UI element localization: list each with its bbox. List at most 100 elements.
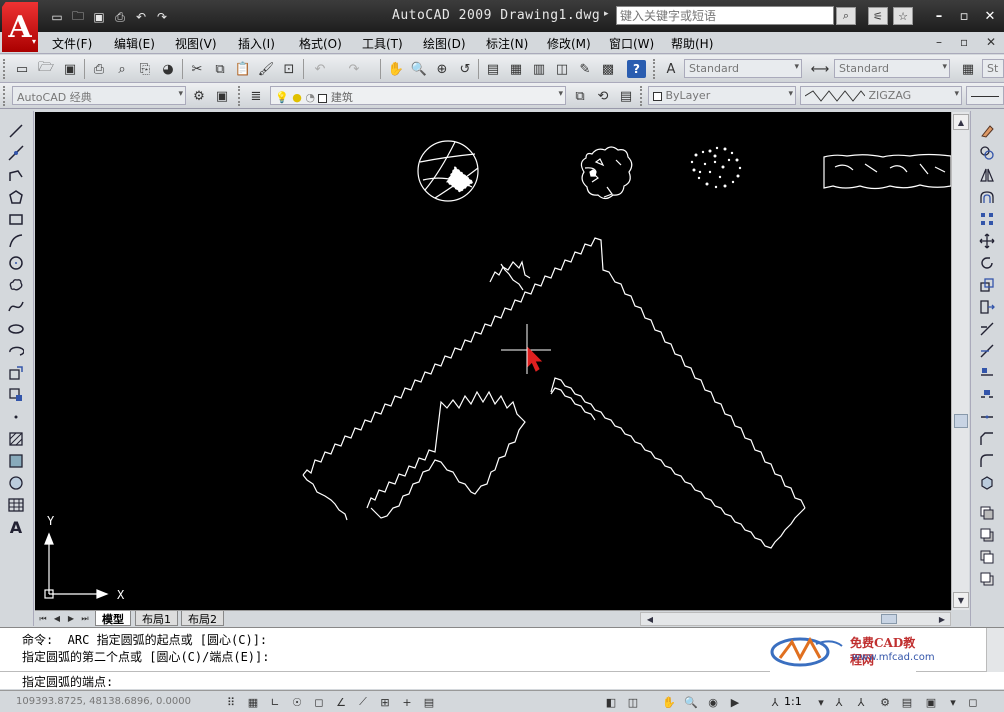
lineweight-icon[interactable]: + xyxy=(398,693,416,711)
cut-icon[interactable]: ✂ xyxy=(187,59,207,79)
gradient-icon[interactable] xyxy=(5,451,27,471)
layout-icon[interactable]: ◫ xyxy=(624,693,642,711)
clean-screen-icon[interactable]: ◻ xyxy=(964,693,982,711)
menu-tools[interactable]: 工具(T) xyxy=(362,35,403,52)
plot-preview-icon[interactable]: ⌕ xyxy=(112,59,132,79)
sheet-set-icon[interactable]: ◫ xyxy=(552,59,572,79)
erase-icon[interactable] xyxy=(976,121,998,141)
application-menu-button[interactable]: A ▾ xyxy=(2,2,38,52)
menu-edit[interactable]: 编辑(E) xyxy=(114,35,155,52)
lineweight-select[interactable] xyxy=(966,86,1004,105)
menu-file[interactable]: 文件(F) xyxy=(52,35,92,52)
showmotion-icon[interactable]: ▶ xyxy=(726,693,744,711)
redo-icon[interactable]: ↷ xyxy=(153,9,171,25)
communication-center-icon[interactable]: ⚟ xyxy=(868,7,888,25)
construction-line-icon[interactable] xyxy=(5,143,27,163)
drawing-restore-button[interactable]: ▫ xyxy=(960,35,968,49)
chamfer-icon[interactable] xyxy=(976,429,998,449)
ellipse-arc-icon[interactable] xyxy=(5,341,27,361)
break-at-point-icon[interactable] xyxy=(976,363,998,383)
calculator-icon[interactable]: ▩ xyxy=(598,59,618,79)
dynamic-ucs-icon[interactable]: ⟋ xyxy=(354,693,372,711)
tab-layout2[interactable]: 布局2 xyxy=(181,611,224,626)
plot-icon[interactable]: ⎙ xyxy=(89,59,109,79)
arc-icon[interactable] xyxy=(5,231,27,251)
workspace-save-icon[interactable]: ▣ xyxy=(212,86,232,106)
dimension-style-select[interactable]: Standard ▾ xyxy=(834,59,950,78)
scroll-left-icon[interactable]: ◀ xyxy=(643,613,657,625)
rectangle-icon[interactable] xyxy=(5,209,27,229)
publish-icon[interactable]: ⎘ xyxy=(135,59,155,79)
menu-dimension[interactable]: 标注(N) xyxy=(486,35,528,52)
3d-dwf-icon[interactable]: ◕ xyxy=(158,59,178,79)
workspace-settings-icon[interactable]: ⚙ xyxy=(189,86,209,106)
zoom-icon[interactable]: 🔍 xyxy=(682,693,700,711)
scroll-down-icon[interactable]: ▼ xyxy=(953,592,969,608)
horizontal-scrollbar[interactable]: ◀ ▶ xyxy=(640,612,951,626)
toolbar-lock-icon[interactable]: ▤ xyxy=(898,693,916,711)
table-style-select[interactable]: St xyxy=(982,59,1004,78)
draw-order-above-icon[interactable] xyxy=(976,547,998,567)
command-prompt-input[interactable]: 指定圆弧的端点: xyxy=(22,673,113,690)
annotation-scale-value[interactable]: 1:1 xyxy=(784,695,802,708)
status-tray-icon[interactable]: ▣ xyxy=(922,693,940,711)
markup-set-icon[interactable]: ✎ xyxy=(575,59,595,79)
circle-icon[interactable] xyxy=(5,253,27,273)
color-select[interactable]: ByLayer ▾ xyxy=(648,86,796,105)
close-window-button[interactable]: ✕ xyxy=(981,8,999,24)
prev-tab-icon[interactable]: ◀ xyxy=(51,612,63,625)
polar-tracking-icon[interactable]: ☉ xyxy=(288,693,306,711)
model-space-icon[interactable]: ◧ xyxy=(602,693,620,711)
scroll-right-icon[interactable]: ▶ xyxy=(935,613,949,625)
match-properties-icon[interactable]: 🖌 xyxy=(256,59,276,79)
toolbar-grip[interactable] xyxy=(653,59,657,79)
annotation-scale-icon[interactable]: ⅄ xyxy=(766,693,784,711)
text-style-icon[interactable]: A xyxy=(661,59,681,79)
menu-help[interactable]: 帮助(H) xyxy=(671,35,713,52)
drawing-minimize-button[interactable]: – xyxy=(936,35,942,49)
ortho-mode-icon[interactable]: ∟ xyxy=(266,693,284,711)
zoom-realtime-icon[interactable]: 🔍 xyxy=(409,59,429,79)
region-icon[interactable] xyxy=(5,473,27,493)
insert-block-icon[interactable] xyxy=(5,363,27,383)
hatch-icon[interactable] xyxy=(5,429,27,449)
object-snap-icon[interactable]: ◻ xyxy=(310,693,328,711)
snap-mode-icon[interactable]: ⠿ xyxy=(222,693,240,711)
chevron-down-icon[interactable]: ▾ xyxy=(812,693,830,711)
quick-properties-icon[interactable]: ▤ xyxy=(420,693,438,711)
menu-modify[interactable]: 修改(M) xyxy=(547,35,591,52)
draw-order-below-icon[interactable] xyxy=(976,569,998,589)
text-style-select[interactable]: Standard ▾ xyxy=(684,59,802,78)
undo-icon[interactable]: ↶ xyxy=(132,9,150,25)
scroll-up-icon[interactable]: ▲ xyxy=(953,114,969,130)
paste-icon[interactable]: 📋 xyxy=(233,59,253,79)
zoom-window-icon[interactable]: ⊕ xyxy=(432,59,452,79)
table-style-icon[interactable]: ▦ xyxy=(958,59,978,79)
toolbar-grip[interactable] xyxy=(238,86,242,106)
print-icon[interactable]: ⎙ xyxy=(111,9,129,25)
menu-draw[interactable]: 绘图(D) xyxy=(423,35,466,52)
move-icon[interactable] xyxy=(976,231,998,251)
open-icon[interactable]: 🗁 xyxy=(36,59,56,79)
drawing-canvas[interactable]: Y X xyxy=(35,112,951,610)
table-icon[interactable] xyxy=(5,495,27,515)
cursor-coordinates[interactable]: 109393.8725, 48138.6896, 0.0000 xyxy=(16,696,191,707)
draw-order-back-icon[interactable] xyxy=(976,525,998,545)
tab-layout1[interactable]: 布局1 xyxy=(135,611,178,626)
menu-window[interactable]: 窗口(W) xyxy=(609,35,654,52)
vertical-scroll-thumb[interactable] xyxy=(954,414,968,428)
multiline-text-icon[interactable]: A xyxy=(5,517,27,537)
first-tab-icon[interactable]: ⏮ xyxy=(37,612,49,625)
array-icon[interactable] xyxy=(976,209,998,229)
layer-states-icon[interactable]: ▤ xyxy=(616,86,636,106)
drawing-close-button[interactable]: ✕ xyxy=(986,35,996,49)
make-layer-current-icon[interactable]: ⧉ xyxy=(570,86,590,106)
layer-manager-icon[interactable]: ≣ xyxy=(246,86,266,106)
zoom-previous-icon[interactable]: ↺ xyxy=(455,59,475,79)
pan-icon[interactable]: ✋ xyxy=(386,59,406,79)
copy-icon[interactable]: ⧉ xyxy=(210,59,230,79)
workspace-select[interactable]: AutoCAD 经典 ▾ xyxy=(12,86,186,105)
new-file-icon[interactable]: ▭ xyxy=(48,9,66,25)
workspace-switching-icon[interactable]: ⚙ xyxy=(876,693,894,711)
dimension-style-icon[interactable]: ⟷ xyxy=(810,59,830,79)
